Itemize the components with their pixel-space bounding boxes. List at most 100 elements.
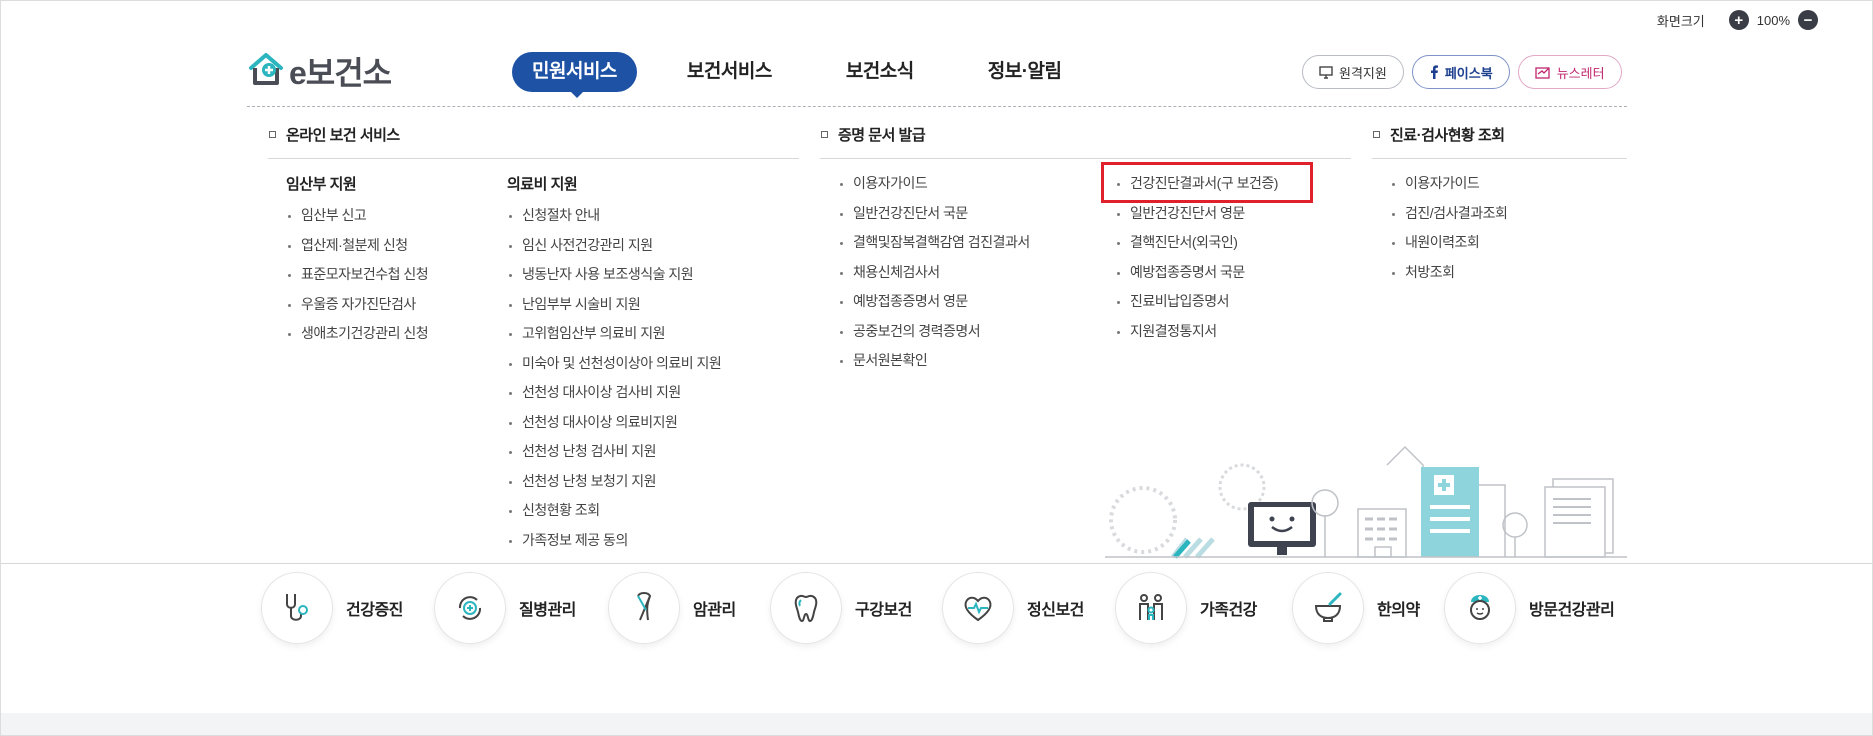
menu-item[interactable]: 고위험임산부 의료비 지원 — [507, 319, 721, 349]
col-clinic: 이용자가이드 검진/검사결과조회 내원이력조회 처방조회 — [1390, 169, 1508, 288]
quick-family-health[interactable]: 가족건강 — [1116, 573, 1293, 643]
nav-info-notice[interactable]: 정보·알림 — [966, 52, 1084, 92]
menu-item[interactable]: 냉동난자 사용 보조생식술 지원 — [507, 260, 721, 290]
section-clinic-title: 진료·검사현황 조회 — [1373, 124, 1505, 145]
quick-service-bar: 건강증진 질병관리 암관리 구강보건 정신보건 가족건강 한의약 방문건강관리 — [262, 573, 1620, 643]
square-bullet-icon — [1373, 131, 1380, 138]
util-buttons: 원격지원 페이스북 뉴스레터 — [1302, 55, 1622, 89]
menu-item[interactable]: 표준모자보건수첩 신청 — [286, 260, 429, 290]
remote-support-button[interactable]: 원격지원 — [1302, 55, 1404, 89]
menu-item[interactable]: 결핵및잠복결핵감염 검진결과서 — [838, 228, 1030, 258]
nav-health-news[interactable]: 보건소식 — [824, 52, 936, 92]
menu-item[interactable]: 이용자가이드 — [1390, 169, 1507, 199]
menu-item[interactable]: 난임부부 시술비 지원 — [507, 290, 721, 320]
menu-item[interactable]: 미숙아 및 선천성이상아 의료비 지원 — [507, 349, 722, 379]
menu-item[interactable]: 예방접종증명서 국문 — [1115, 258, 1278, 288]
zoom-value: 100% — [1756, 12, 1790, 28]
quick-label: 질병관리 — [519, 602, 576, 619]
tooth-icon — [771, 573, 841, 643]
menu-item[interactable]: 신청현황 조회 — [507, 496, 721, 526]
newsletter-button[interactable]: 뉴스레터 — [1517, 55, 1622, 89]
footer-band — [1, 713, 1872, 735]
section-cert-title-text: 증명 문서 발급 — [838, 127, 926, 144]
square-bullet-icon — [821, 131, 828, 138]
menu-item[interactable]: 생애초기건강관리 신청 — [286, 319, 429, 349]
quick-label: 가족건강 — [1200, 602, 1257, 619]
section-cert-rule — [820, 158, 1351, 159]
menu-item[interactable]: 이용자가이드 — [838, 169, 1030, 199]
quick-disease-management[interactable]: 질병관리 — [435, 573, 609, 643]
family-icon — [1116, 573, 1186, 643]
menu-item[interactable]: 일반건강진단서 국문 — [838, 199, 1030, 229]
mortar-icon — [1293, 573, 1363, 643]
zoom-in-button[interactable]: + — [1728, 10, 1749, 30]
menu-item[interactable]: 우울증 자가진단검사 — [286, 290, 428, 320]
menu-item[interactable]: 내원이력조회 — [1390, 228, 1507, 258]
menu-item[interactable]: 선천성 난청 보청기 지원 — [507, 467, 721, 497]
menu-item[interactable]: 가족정보 제공 동의 — [507, 526, 721, 556]
menu-item[interactable]: 엽산제·철분제 신청 — [286, 231, 428, 261]
logo-e: e — [289, 55, 307, 91]
col-medical-support: 의료비 지원 신청절차 안내 임신 사전건강관리 지원 냉동난자 사용 보조생식… — [507, 173, 722, 556]
newsletter-label: 뉴스레터 — [1556, 65, 1605, 81]
menu-item[interactable]: 선천성 난청 검사비 지원 — [507, 437, 721, 467]
menu-item[interactable]: 지원결정통지서 — [1115, 317, 1278, 347]
ribbon-icon — [609, 573, 679, 643]
section-clinic-rule — [1372, 158, 1627, 159]
remote-support-label: 원격지원 — [1339, 65, 1387, 81]
highlight-box — [1101, 162, 1313, 203]
facebook-button[interactable]: 페이스북 — [1411, 55, 1510, 89]
quick-oral-health[interactable]: 구강보건 — [771, 573, 943, 643]
menu-item[interactable]: 신청절차 안내 — [507, 201, 721, 231]
screen-size-label: 화면크기 — [1656, 13, 1705, 29]
zoom-out-button[interactable]: − — [1798, 10, 1818, 30]
disease-care-icon — [435, 573, 505, 643]
monitor-icon — [1319, 65, 1333, 79]
quick-label: 한의약 — [1377, 602, 1420, 619]
main-nav: 민원서비스 보건서비스 보건소식 정보·알림 — [512, 52, 1113, 92]
quick-mental-health[interactable]: 정신보건 — [943, 573, 1116, 643]
menu-item[interactable]: 문서원본확인 — [838, 346, 1030, 376]
quick-label: 암관리 — [693, 602, 736, 619]
header-divider — [247, 106, 1627, 107]
square-bullet-icon — [269, 131, 276, 138]
section-cert-title: 증명 문서 발급 — [821, 124, 926, 145]
menu-item[interactable]: 예방접종증명서 영문 — [838, 287, 1030, 317]
active-nav-pointer — [570, 91, 584, 98]
quick-label: 정신보건 — [1027, 602, 1084, 619]
facebook-label: 페이스북 — [1444, 65, 1493, 81]
menu-item[interactable]: 선천성 대사이상 의료비지원 — [507, 408, 721, 438]
menu-item[interactable]: 검진/검사결과조회 — [1390, 199, 1508, 229]
menu-item[interactable]: 공중보건의 경력증명서 — [838, 317, 1030, 347]
stethoscope-icon — [262, 573, 332, 643]
quick-oriental-medicine[interactable]: 한의약 — [1293, 573, 1445, 643]
section-online-title-text: 온라인 보건 서비스 — [286, 127, 400, 144]
section-online-rule — [268, 158, 799, 159]
quick-label: 구강보건 — [855, 602, 912, 619]
facebook-icon — [1429, 65, 1439, 79]
newsletter-icon — [1535, 65, 1551, 79]
nav-health-service[interactable]: 보건서비스 — [665, 52, 794, 92]
nav-civil-service[interactable]: 민원서비스 — [512, 52, 637, 92]
section-clinic-title-text: 진료·검사현황 조회 — [1390, 127, 1505, 144]
menu-item[interactable]: 임신 사전건강관리 지원 — [507, 231, 721, 261]
city-hospital-illustration — [1105, 445, 1627, 560]
menu-item[interactable]: 진료비납입증명서 — [1115, 287, 1278, 317]
quick-cancer-management[interactable]: 암관리 — [609, 573, 771, 643]
site-logo[interactable]: e보건소 — [247, 48, 392, 94]
menu-item[interactable]: 임산부 신고 — [286, 201, 428, 231]
quick-health-promotion[interactable]: 건강증진 — [262, 573, 435, 643]
logo-name: 보건소 — [305, 55, 392, 91]
heart-pulse-icon — [943, 573, 1013, 643]
menu-item[interactable]: 결핵진단서(외국인) — [1115, 228, 1278, 258]
menu-item[interactable]: 처방조회 — [1390, 258, 1507, 288]
quick-visiting-care[interactable]: 방문건강관리 — [1445, 573, 1620, 643]
screen-size-control: 화면크기 + 100% − — [1657, 10, 1818, 30]
content-divider — [1, 563, 1872, 564]
menu-item[interactable]: 선천성 대사이상 검사비 지원 — [507, 378, 721, 408]
menu-item[interactable]: 채용신체검사서 — [838, 258, 1030, 288]
section-online-title: 온라인 보건 서비스 — [269, 124, 400, 145]
col-head-medical: 의료비 지원 — [507, 176, 578, 193]
col-pregnant-support: 임산부 지원 임산부 신고 엽산제·철분제 신청 표준모자보건수첩 신청 우울증… — [286, 173, 429, 349]
quick-label: 방문건강관리 — [1529, 602, 1615, 619]
